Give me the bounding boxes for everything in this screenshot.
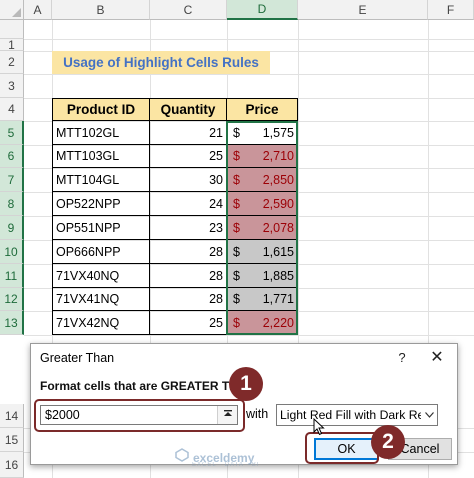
quantity-cell[interactable]: 24 <box>150 192 227 216</box>
currency-symbol: $ <box>233 315 240 330</box>
quantity-cell[interactable]: 23 <box>150 216 227 240</box>
product-id-cell[interactable]: OP522NPP <box>52 192 150 216</box>
price-value: 2,590 <box>262 196 294 211</box>
product-id-cell[interactable]: 71VX41NQ <box>52 288 150 311</box>
row-header-6[interactable]: 6 <box>0 145 24 168</box>
row-header-10[interactable]: 10 <box>0 240 24 264</box>
select-all-corner[interactable] <box>0 0 24 20</box>
product-id-cell[interactable]: 71VX40NQ <box>52 264 150 288</box>
gridline <box>24 74 474 75</box>
column-header-c[interactable]: C <box>150 0 227 20</box>
price-value: 2,078 <box>262 220 294 235</box>
quantity-cell[interactable]: 28 <box>150 288 227 311</box>
header-quantity[interactable]: Quantity <box>150 98 227 121</box>
price-cell[interactable]: $2,710 <box>227 145 298 168</box>
row-header-blank <box>0 20 24 39</box>
sheet-title[interactable]: Usage of Highlight Cells Rules <box>52 51 270 74</box>
condition-label: Format cells that are GREATER THAN: <box>40 379 260 393</box>
currency-symbol: $ <box>233 268 240 283</box>
quantity-cell[interactable]: 28 <box>150 264 227 288</box>
row-header-16[interactable]: 16 <box>0 452 24 478</box>
collapse-icon <box>223 406 233 424</box>
close-button[interactable]: ✕ <box>429 348 445 366</box>
collapse-dialog-button[interactable] <box>217 406 237 424</box>
quantity-cell[interactable]: 28 <box>150 240 227 264</box>
format-dropdown-value: Light Red Fill with Dark Red Text <box>280 408 437 422</box>
price-value: 2,710 <box>262 149 294 163</box>
mouse-cursor-icon <box>313 417 325 441</box>
ok-button[interactable]: OK <box>314 438 379 460</box>
row-header-15[interactable]: 15 <box>0 428 24 452</box>
currency-symbol: $ <box>233 172 240 187</box>
price-value: 2,850 <box>262 172 294 187</box>
price-cell[interactable]: $1,615 <box>227 240 298 264</box>
price-value: 1,771 <box>262 292 294 306</box>
row-header-3[interactable]: 3 <box>0 74 24 98</box>
dialog-title: Greater Than <box>40 351 115 365</box>
price-cell[interactable]: $2,220 <box>227 311 298 335</box>
product-id-cell[interactable]: MTT104GL <box>52 168 150 192</box>
row-header-1[interactable]: 1 <box>0 38 24 52</box>
step-2-badge: 2 <box>371 425 405 459</box>
header-product-id[interactable]: Product ID <box>52 98 150 121</box>
product-id-cell[interactable]: OP551NPP <box>52 216 150 240</box>
column-header-d[interactable]: D <box>227 0 298 20</box>
price-value: 1,615 <box>262 244 294 259</box>
exceldemy-logo-icon <box>175 448 189 467</box>
currency-symbol: $ <box>233 292 240 306</box>
currency-symbol: $ <box>233 149 240 163</box>
price-cell[interactable]: $1,771 <box>227 288 298 311</box>
price-value: 1,885 <box>262 268 294 283</box>
row-header-13[interactable]: 13 <box>0 311 24 335</box>
price-cell[interactable]: $2,590 <box>227 192 298 216</box>
quantity-cell[interactable]: 21 <box>150 121 227 145</box>
price-cell[interactable]: $2,078 <box>227 216 298 240</box>
row-header-14[interactable]: 14 <box>0 404 24 428</box>
quantity-cell[interactable]: 25 <box>150 311 227 335</box>
product-id-cell[interactable]: OP666NPP <box>52 240 150 264</box>
currency-symbol: $ <box>233 244 240 259</box>
row-header-2[interactable]: 2 <box>0 51 24 74</box>
row-header-11[interactable]: 11 <box>0 264 24 288</box>
gridline <box>24 39 474 40</box>
column-header-b[interactable]: B <box>52 0 150 20</box>
column-header-e[interactable]: E <box>298 0 428 20</box>
row-header-5[interactable]: 5 <box>0 121 24 145</box>
price-cell[interactable]: $1,885 <box>227 264 298 288</box>
watermark-tagline: EXCEL · DATA · BI <box>192 462 260 468</box>
threshold-input[interactable] <box>40 405 238 425</box>
quantity-cell[interactable]: 30 <box>150 168 227 192</box>
price-cell[interactable]: $1,575 <box>227 121 298 145</box>
currency-symbol: $ <box>233 196 240 211</box>
price-cell[interactable]: $2,850 <box>227 168 298 192</box>
quantity-cell[interactable]: 25 <box>150 145 227 168</box>
column-header-f[interactable]: F <box>428 0 474 20</box>
currency-symbol: $ <box>233 125 240 140</box>
price-value: 1,575 <box>262 125 294 140</box>
row-header-12[interactable]: 12 <box>0 288 24 311</box>
row-header-9[interactable]: 9 <box>0 216 24 240</box>
product-id-cell[interactable]: MTT103GL <box>52 145 150 168</box>
chevron-down-icon[interactable] <box>421 406 437 424</box>
row-header-7[interactable]: 7 <box>0 168 24 192</box>
column-header-a[interactable]: A <box>24 0 52 20</box>
row-header-8[interactable]: 8 <box>0 192 24 216</box>
header-price[interactable]: Price <box>227 98 298 121</box>
step-1-badge: 1 <box>229 367 263 401</box>
row-header-4[interactable]: 4 <box>0 98 24 121</box>
format-dropdown[interactable]: Light Red Fill with Dark Red Text <box>276 404 438 426</box>
help-button[interactable]: ? <box>394 348 410 366</box>
gridline <box>24 335 474 336</box>
product-id-cell[interactable]: 71VX42NQ <box>52 311 150 335</box>
currency-symbol: $ <box>233 220 240 235</box>
product-id-cell[interactable]: MTT102GL <box>52 121 150 145</box>
price-value: 2,220 <box>262 315 294 330</box>
with-label: with <box>246 407 269 421</box>
